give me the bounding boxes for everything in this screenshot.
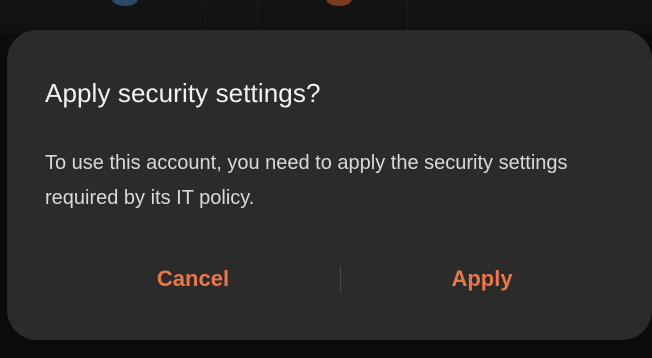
- background-tile: [0, 0, 206, 34]
- background-tile: [407, 0, 652, 34]
- dialog-title: Apply security settings?: [45, 78, 321, 108]
- dialog-message: To use this account, you need to apply t…: [45, 152, 568, 209]
- cancel-button[interactable]: Cancel: [63, 258, 323, 300]
- apply-button[interactable]: Apply: [352, 258, 612, 300]
- button-divider: [340, 266, 341, 292]
- background-tile: [205, 0, 258, 34]
- background-app-strip: [0, 0, 652, 34]
- dialog-actions: Cancel Apply: [7, 258, 652, 300]
- security-settings-dialog: Apply security settings? To use this acc…: [7, 30, 652, 340]
